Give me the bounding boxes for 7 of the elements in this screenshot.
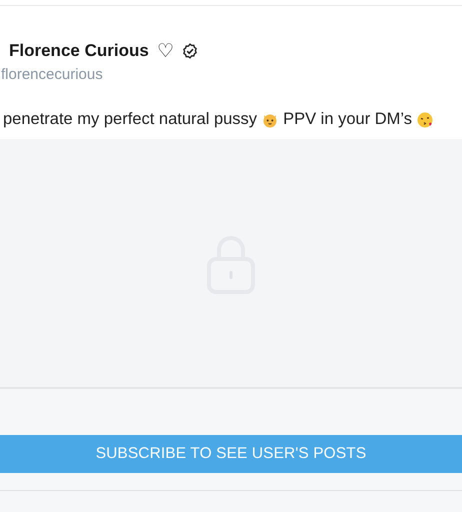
heart-symbol: ♡ [156, 42, 174, 60]
author-name[interactable]: Florence Curious [9, 38, 149, 64]
post-text: PPV in your DM’s [283, 109, 412, 130]
subscribe-button[interactable]: SUBSCRIBE TO SEE USER'S POSTS [0, 434, 462, 472]
kissing-face-icon [416, 110, 434, 128]
post-text: penetrate my perfect natural pussy [3, 109, 258, 130]
username[interactable]: florencecurious [0, 64, 462, 86]
